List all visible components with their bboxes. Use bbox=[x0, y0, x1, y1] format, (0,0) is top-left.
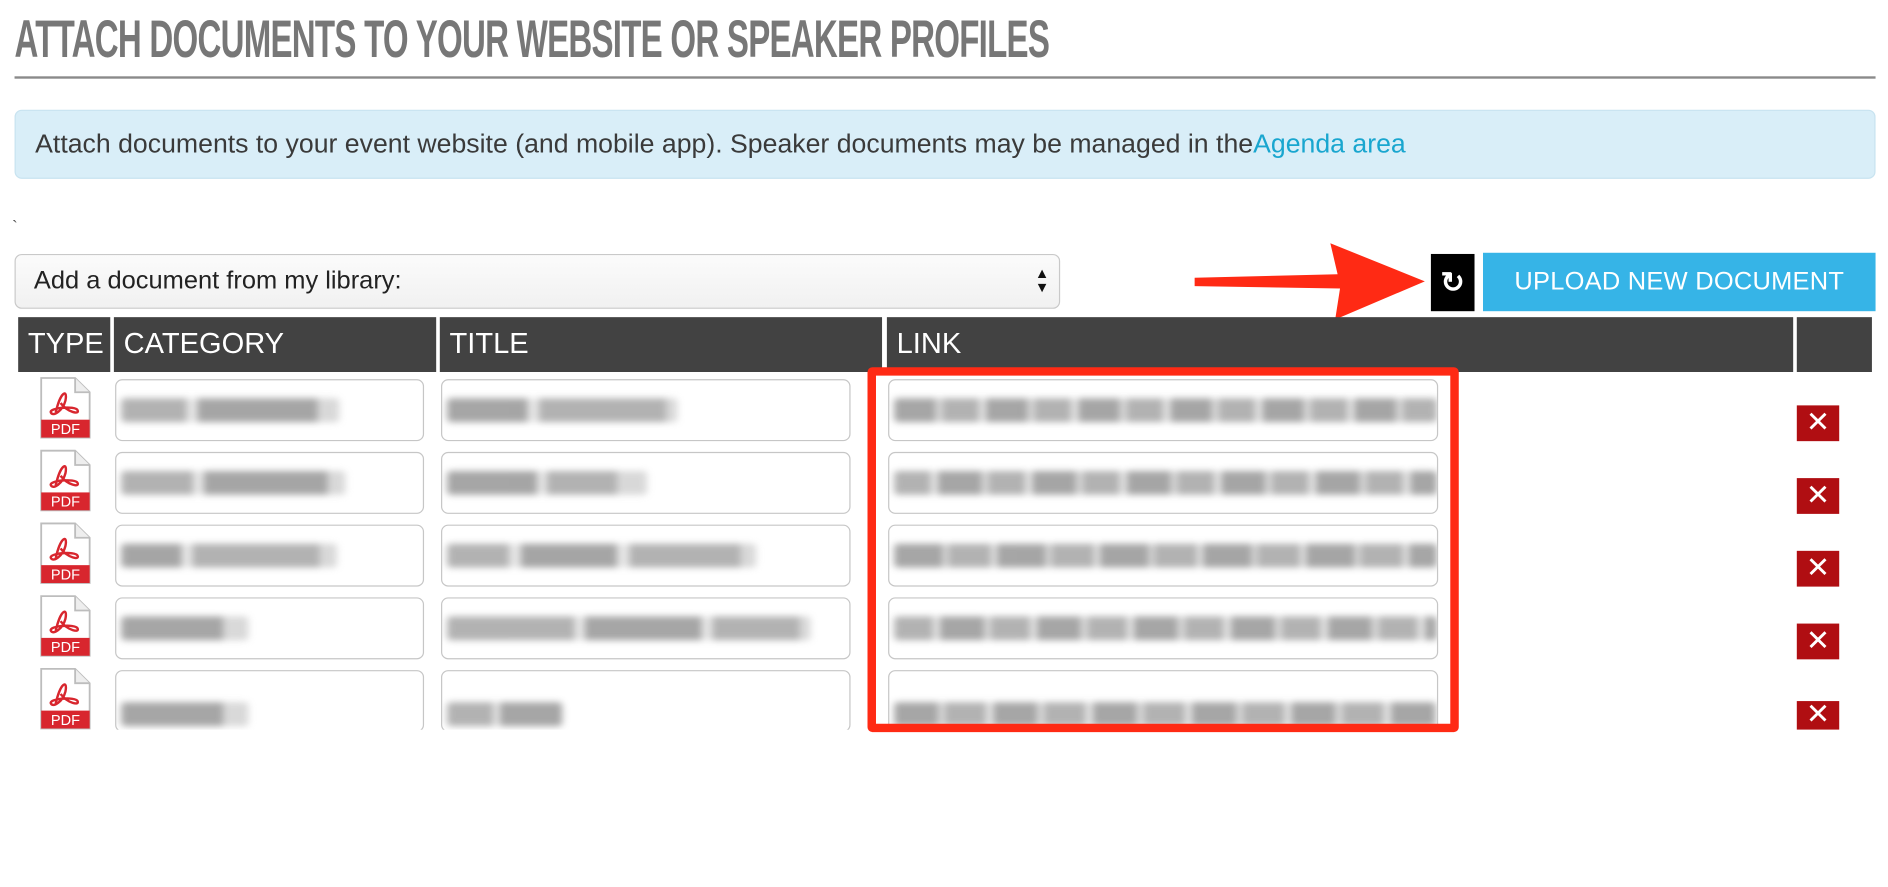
category-input[interactable] bbox=[115, 597, 425, 660]
refresh-button[interactable]: ↻ bbox=[1430, 253, 1475, 312]
stray-mark: ` bbox=[12, 216, 18, 237]
category-input[interactable] bbox=[115, 379, 425, 442]
pdf-file-icon: PDF bbox=[40, 449, 91, 512]
title-input[interactable] bbox=[441, 379, 851, 442]
table-row: PDF ✕ bbox=[0, 522, 1888, 595]
column-header-title: TITLE bbox=[439, 317, 883, 372]
link-input[interactable] bbox=[888, 451, 1439, 514]
pdf-label: PDF bbox=[51, 495, 80, 511]
pdf-label: PDF bbox=[51, 713, 80, 729]
library-select-value: Add a document from my library: bbox=[33, 267, 402, 295]
pdf-file-icon: PDF bbox=[40, 595, 91, 657]
column-header-actions bbox=[1796, 317, 1872, 372]
table-row: PDF ✕ bbox=[0, 667, 1888, 730]
delete-row-button[interactable]: ✕ bbox=[1796, 623, 1840, 660]
close-icon: ✕ bbox=[1805, 624, 1831, 657]
library-document-select[interactable]: Add a document from my library: ▲ ▼ bbox=[14, 253, 1061, 309]
upload-new-document-button[interactable]: UPLOAD NEW DOCUMENT bbox=[1482, 252, 1876, 312]
info-text: Attach documents to your event website (… bbox=[35, 128, 1254, 159]
pdf-file-icon: PDF bbox=[40, 377, 91, 439]
category-input[interactable] bbox=[115, 670, 425, 730]
info-alert: Attach documents to your event website (… bbox=[14, 109, 1876, 179]
pdf-label: PDF bbox=[51, 422, 80, 438]
close-icon: ✕ bbox=[1805, 479, 1831, 512]
title-divider bbox=[14, 76, 1876, 79]
category-input[interactable] bbox=[115, 451, 425, 514]
delete-row-button[interactable]: ✕ bbox=[1796, 478, 1840, 514]
pdf-label: PDF bbox=[51, 640, 80, 656]
close-icon: ✕ bbox=[1805, 406, 1831, 439]
refresh-icon: ↻ bbox=[1440, 266, 1465, 299]
link-input[interactable] bbox=[888, 524, 1439, 587]
column-header-category: CATEGORY bbox=[113, 317, 437, 372]
delete-row-button[interactable]: ✕ bbox=[1796, 698, 1840, 730]
category-input[interactable] bbox=[115, 524, 425, 587]
delete-row-button[interactable]: ✕ bbox=[1796, 550, 1840, 587]
link-input[interactable] bbox=[888, 379, 1439, 442]
column-header-link: LINK bbox=[886, 317, 1794, 372]
title-input[interactable] bbox=[441, 451, 851, 514]
annotation-arrow-icon bbox=[1194, 243, 1425, 320]
chevron-updown-icon: ▲ ▼ bbox=[1034, 264, 1050, 296]
delete-row-button[interactable]: ✕ bbox=[1796, 405, 1840, 442]
table-row: PDF ✕ bbox=[0, 595, 1888, 668]
link-input[interactable] bbox=[888, 597, 1439, 660]
page: ATTACH DOCUMENTS TO YOUR WEBSITE OR SPEA… bbox=[0, 0, 1888, 887]
close-icon: ✕ bbox=[1805, 698, 1831, 730]
column-header-type: TYPE bbox=[18, 317, 111, 372]
page-title: ATTACH DOCUMENTS TO YOUR WEBSITE OR SPEA… bbox=[14, 10, 1050, 70]
agenda-area-link[interactable]: Agenda area bbox=[1253, 129, 1406, 160]
link-input[interactable] bbox=[888, 670, 1439, 730]
title-input[interactable] bbox=[441, 597, 851, 660]
close-icon: ✕ bbox=[1805, 552, 1831, 585]
pdf-file-icon: PDF bbox=[40, 522, 91, 584]
title-input[interactable] bbox=[441, 524, 851, 587]
pdf-label: PDF bbox=[51, 568, 80, 584]
pdf-file-icon: PDF bbox=[40, 667, 91, 730]
title-input[interactable] bbox=[441, 670, 851, 730]
table-row: PDF ✕ bbox=[0, 377, 1888, 450]
table-row: PDF ✕ bbox=[0, 449, 1888, 522]
